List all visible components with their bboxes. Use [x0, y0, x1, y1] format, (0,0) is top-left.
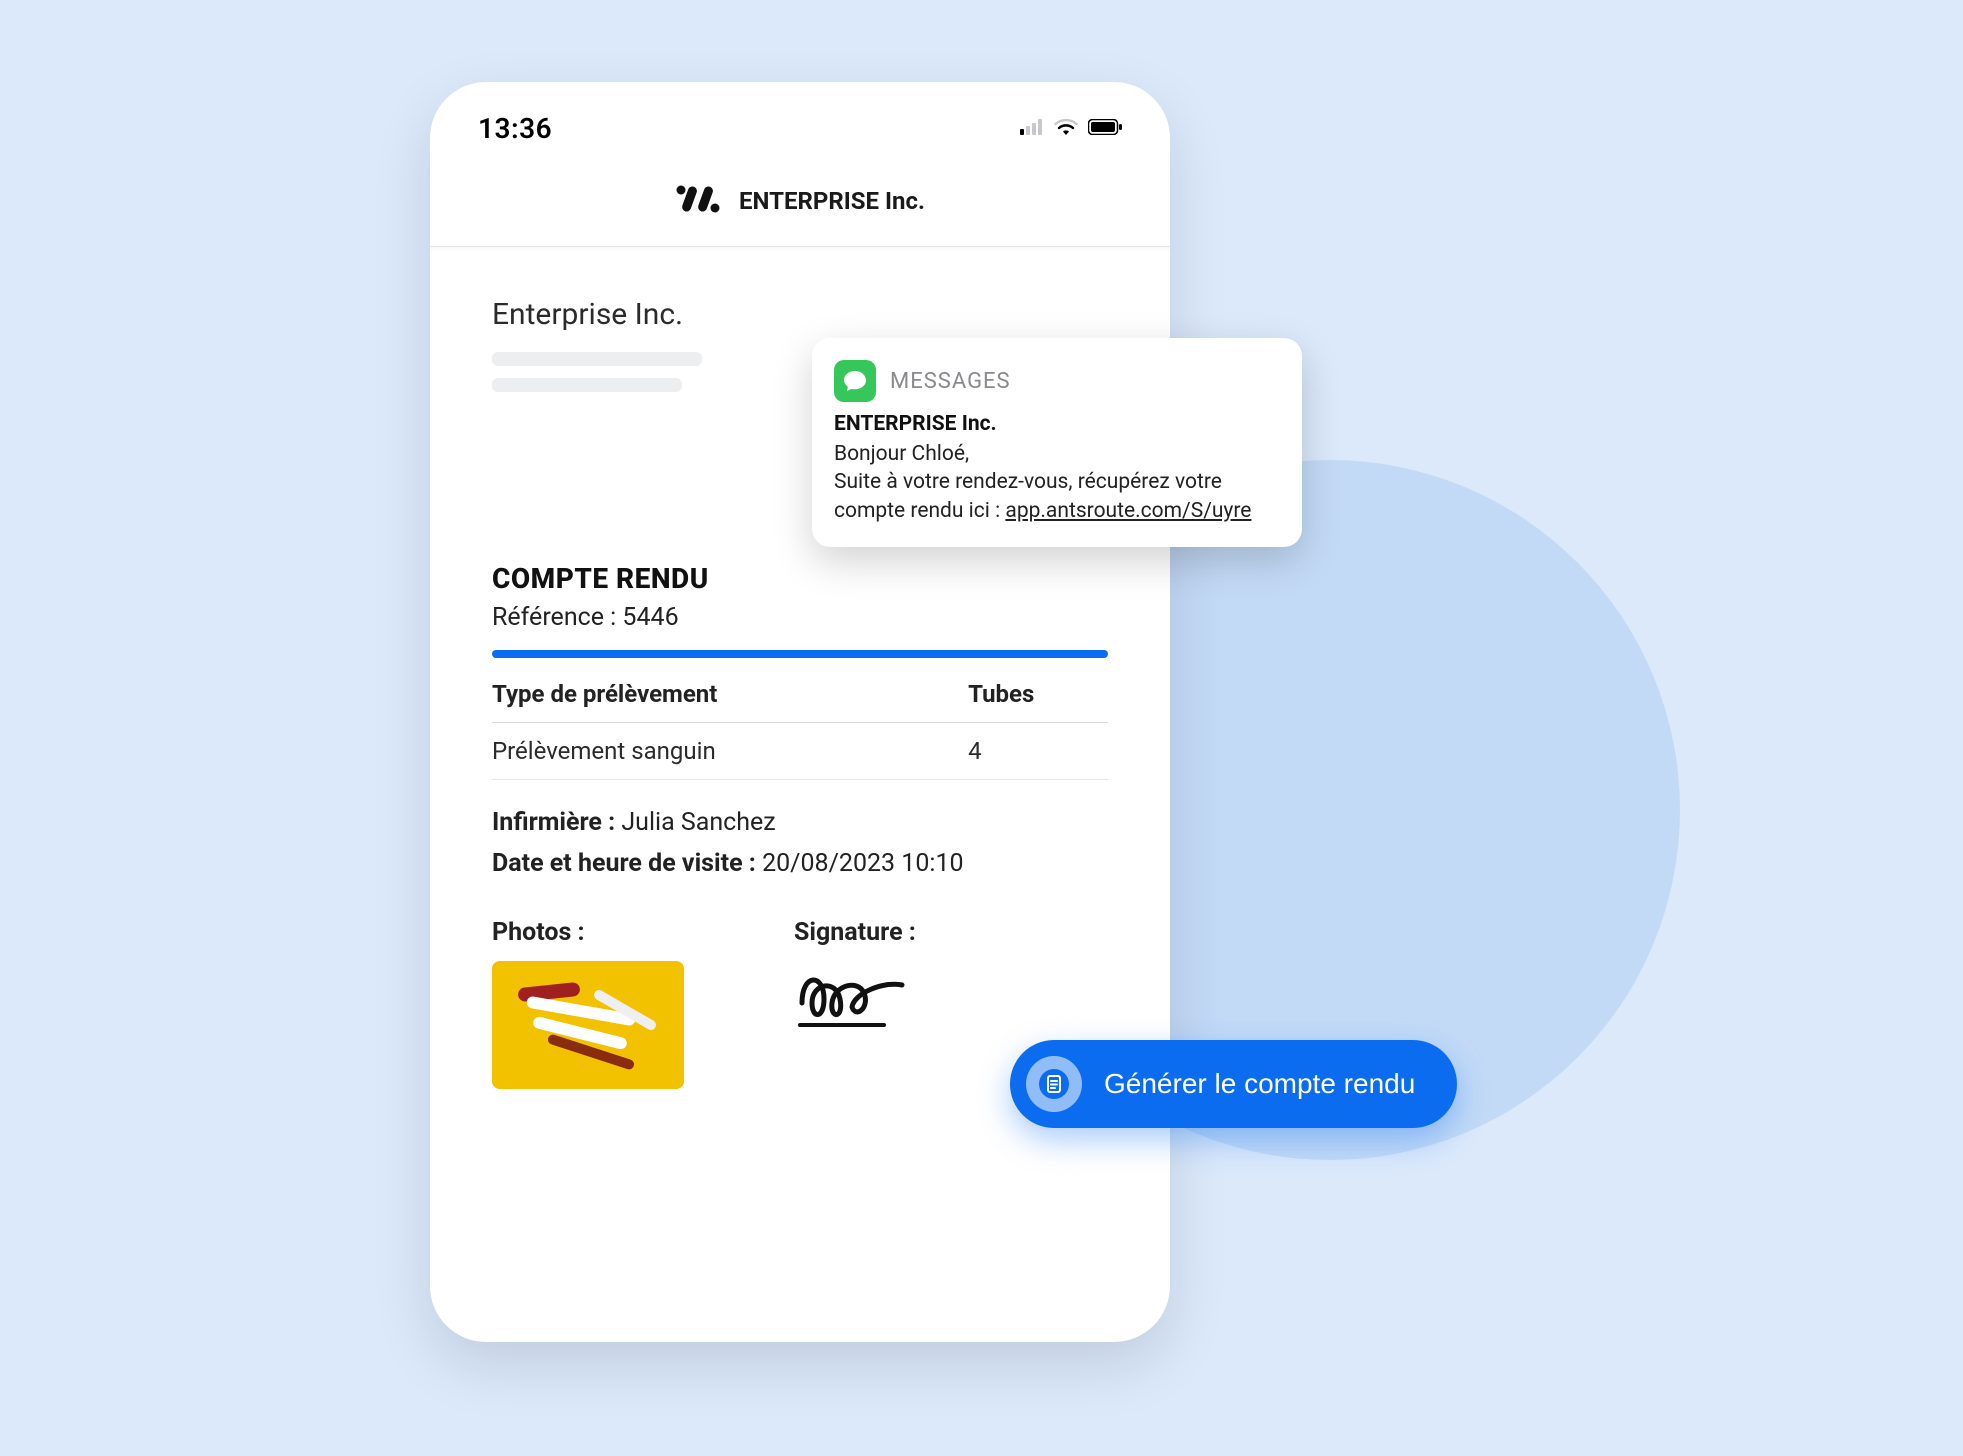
divider — [492, 650, 1108, 658]
wifi-icon — [1054, 118, 1078, 140]
visit-label: Date et heure de visite : — [492, 849, 756, 878]
status-bar: 13:36 — [430, 82, 1170, 155]
signature-column: Signature : — [794, 918, 916, 1089]
table-header-tubes: Tubes — [968, 666, 1108, 723]
brand-name: ENTERPRISE Inc. — [739, 187, 925, 215]
company-title: Enterprise Inc. — [492, 297, 1108, 332]
nurse-label: Infirmière : — [492, 808, 615, 837]
generate-report-label: Générer le compte rendu — [1104, 1068, 1415, 1100]
cellular-icon — [1020, 119, 1044, 139]
generate-report-button[interactable]: Générer le compte rendu — [1010, 1040, 1457, 1128]
messages-app-icon — [834, 360, 876, 402]
notification-sender: ENTERPRISE Inc. — [834, 412, 1278, 436]
document-icon — [1026, 1056, 1082, 1112]
notification-header: MESSAGES — [834, 360, 1278, 402]
nurse-value: Julia Sanchez — [621, 808, 775, 837]
reference-label: Référence : — [492, 603, 616, 632]
reference-line: Référence : 5446 — [492, 603, 1108, 632]
notification-card[interactable]: MESSAGES ENTERPRISE Inc. Bonjour Chloé, … — [812, 338, 1302, 547]
brand-logo-icon — [675, 184, 721, 218]
cell-tubes: 4 — [968, 723, 1108, 780]
notification-app-name: MESSAGES — [890, 369, 1011, 394]
prelevement-table: Type de prélèvement Tubes Prélèvement sa… — [492, 666, 1108, 780]
photos-label: Photos : — [492, 918, 684, 947]
reference-value: 5446 — [622, 603, 678, 632]
signature-label: Signature : — [794, 918, 916, 947]
skeleton-line — [492, 378, 682, 392]
visit-value: 20/08/2023 10:10 — [762, 849, 964, 878]
notification-link[interactable]: app.antsroute.com/S/uyre — [1005, 499, 1251, 523]
app-header: ENTERPRISE Inc. — [430, 155, 1170, 247]
cell-type: Prélèvement sanguin — [492, 723, 968, 780]
photo-thumbnail[interactable] — [492, 961, 684, 1089]
visit-line: Date et heure de visite : 20/08/2023 10:… — [492, 849, 1108, 878]
notification-greeting: Bonjour Chloé, — [834, 442, 969, 466]
status-icons — [1020, 118, 1122, 140]
phone-frame: 13:36 — [430, 82, 1170, 1342]
skeleton-line — [492, 352, 702, 366]
notification-body: Bonjour Chloé, Suite à votre rendez-vous… — [834, 440, 1278, 525]
signature-image — [794, 963, 916, 1037]
table-row: Prélèvement sanguin 4 — [492, 723, 1108, 780]
section-title: COMPTE RENDU — [492, 562, 1108, 595]
photos-column: Photos : — [492, 918, 684, 1089]
status-time: 13:36 — [478, 112, 552, 145]
battery-icon — [1088, 119, 1122, 139]
table-header-type: Type de prélèvement — [492, 666, 968, 723]
nurse-line: Infirmière : Julia Sanchez — [492, 808, 1108, 837]
